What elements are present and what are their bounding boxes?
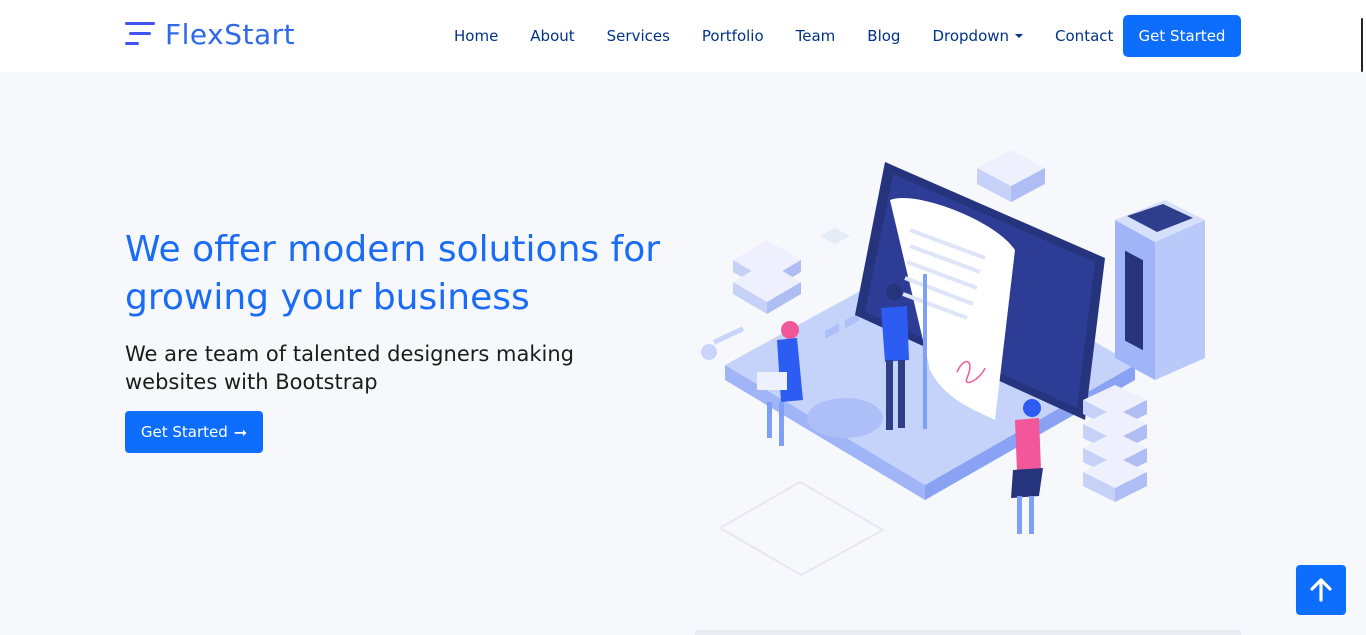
get-started-header-button[interactable]: Get Started <box>1123 15 1241 57</box>
nav-item-dropdown[interactable]: Dropdown <box>916 27 1039 45</box>
hero-title: We offer modern solutions for growing yo… <box>125 229 661 318</box>
site-header: FlexStart Home About Services Portfolio … <box>0 0 1366 72</box>
nav-item-portfolio[interactable]: Portfolio <box>686 27 780 45</box>
back-to-top-button[interactable] <box>1296 565 1346 615</box>
next-section-edge <box>695 630 1241 635</box>
main-nav: Home About Services Portfolio Team Blog … <box>438 15 1129 57</box>
scrollbar-thumb[interactable] <box>1361 18 1363 72</box>
nav-item-about[interactable]: About <box>514 27 590 45</box>
nav-item-blog[interactable]: Blog <box>851 27 916 45</box>
logo[interactable]: FlexStart <box>125 16 295 52</box>
arrow-right-icon: ➞ <box>233 422 248 442</box>
arrow-up-icon <box>1310 578 1332 602</box>
hero-subtitle: We are team of talented designers making… <box>125 342 574 394</box>
isometric-laptop-illustration <box>701 150 1205 577</box>
logo-mark-icon <box>125 18 155 50</box>
get-started-hero-label: Get Started <box>140 423 228 441</box>
nav-item-home[interactable]: Home <box>438 27 514 45</box>
nav-item-contact[interactable]: Contact <box>1039 27 1129 45</box>
nav-item-services[interactable]: Services <box>591 27 686 45</box>
get-started-hero-button[interactable]: Get Started ➞ <box>125 411 263 453</box>
brand-name: FlexStart <box>165 17 296 51</box>
nav-item-team[interactable]: Team <box>780 27 852 45</box>
